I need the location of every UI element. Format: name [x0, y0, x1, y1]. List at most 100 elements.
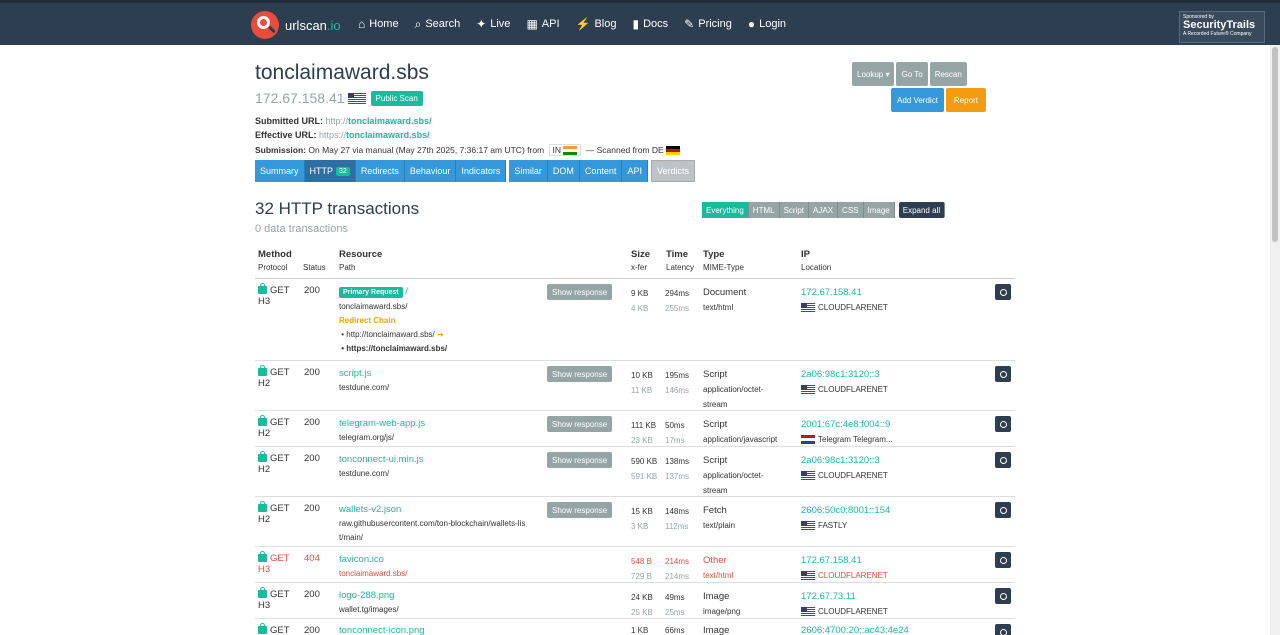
rescan-button[interactable]: Rescan	[929, 62, 967, 86]
nav-api[interactable]: ▦ API	[526, 17, 559, 31]
ip-link[interactable]: 2606:4700:20::ac43:4e24	[801, 625, 909, 635]
resource-path: telegram.org/js/	[339, 433, 395, 442]
tab-redirects[interactable]: Redirects	[355, 160, 405, 182]
filter-css[interactable]: CSS	[838, 202, 864, 218]
zoom-icon[interactable]	[995, 588, 1011, 604]
filter-ajax[interactable]: AJAX	[809, 202, 839, 218]
tab-http[interactable]: HTTP 32	[304, 160, 356, 182]
resource-path-cont: t/main/	[339, 533, 364, 542]
method-cell: GET H3	[258, 551, 290, 575]
ip-link[interactable]: 2a06:98c1:3120::3	[801, 369, 880, 380]
tab-summary[interactable]: Summary	[255, 160, 305, 182]
nav-pricing[interactable]: ✎ Pricing	[684, 17, 732, 31]
show-response-button[interactable]: Show response	[547, 452, 613, 468]
show-response-button[interactable]: Show response	[547, 366, 613, 382]
tab-similar[interactable]: Similar	[509, 160, 548, 182]
resource-link[interactable]: favicon.ico	[339, 554, 384, 565]
ip-link[interactable]: 2606:50c0:8001::154	[801, 505, 890, 516]
brand[interactable]: urlscan.io	[251, 11, 341, 39]
method-cell: GET H3	[258, 283, 290, 307]
nav-home[interactable]: ⌂ Home	[358, 17, 399, 31]
ip-link[interactable]: 172.67.158.41	[801, 287, 862, 298]
resource-path: raw.githubusercontent.com/ton-blockchain…	[339, 519, 526, 528]
show-response-button[interactable]: Show response	[547, 284, 613, 300]
effective-scheme[interactable]: https://	[319, 130, 346, 140]
lock-icon	[258, 365, 267, 377]
table-header: Method Protocol Status Resource Path Size x…	[255, 245, 1015, 279]
ip-link[interactable]: 172.67.73.11	[801, 591, 856, 602]
resource-link[interactable]: /	[405, 286, 408, 297]
nav-search[interactable]: ⌕ Search	[415, 17, 461, 32]
submitted-path[interactable]: /	[429, 116, 432, 126]
type-cell: Script application/octet-stream	[703, 369, 764, 409]
method-cell: GET H3	[258, 587, 290, 611]
resource-link[interactable]: wallets-v2.json	[339, 504, 401, 515]
goto-button[interactable]: Go To	[896, 62, 928, 86]
tab-http-count: 32	[336, 166, 350, 176]
zoom-icon[interactable]	[995, 552, 1011, 568]
zoom-icon[interactable]	[995, 502, 1011, 518]
show-response-button[interactable]: Show response	[547, 502, 613, 518]
tab-api[interactable]: API	[622, 160, 648, 182]
resource-link[interactable]: logo-288.png	[339, 590, 394, 601]
status-cell: 200	[304, 367, 320, 378]
submitted-host[interactable]: tonclaimaward.sbs	[348, 116, 429, 126]
tab-indicators[interactable]: Indicators	[456, 160, 507, 182]
filter-image[interactable]: Image	[863, 202, 895, 218]
tab-redirects-label: Redirects	[360, 166, 399, 176]
show-response-button[interactable]: Show response	[547, 416, 613, 432]
tab-dom[interactable]: DOM	[547, 160, 580, 182]
ip-address[interactable]: 172.67.158.41	[255, 90, 345, 106]
scrollbar-thumb[interactable]	[1272, 47, 1278, 242]
report-button[interactable]: Report	[945, 88, 986, 112]
tab-verdicts[interactable]: Verdicts	[650, 160, 695, 182]
resource-link[interactable]: tonconnect-ui.min.js	[339, 454, 423, 465]
ip-link[interactable]: 2a06:98c1:3120::3	[801, 455, 880, 466]
ip-link[interactable]: 2001:67c:4e8:f004::9	[801, 419, 890, 430]
resource-link[interactable]: script.js	[339, 368, 371, 379]
filter-html[interactable]: HTML	[748, 202, 780, 218]
resource-path: wallet.tg/images/	[339, 605, 399, 614]
filter-everything[interactable]: Everything	[702, 202, 749, 218]
lookup-button[interactable]: Lookup ▾	[852, 62, 895, 86]
zoom-icon[interactable]	[995, 366, 1011, 382]
resource-link[interactable]: tonconnect-icon.png	[339, 625, 425, 635]
netherlands-flag-icon	[801, 435, 815, 445]
resource-cell: favicon.ico tonclaimaward.sbs/	[339, 553, 407, 581]
nav-links: ⌂ Home ⌕ Search ✦ Live ▦ API ⚡ Blog ▮ Docs ✎ Pr…	[358, 3, 802, 45]
filter-script[interactable]: Script	[779, 202, 810, 218]
submitted-scheme[interactable]: http://	[326, 116, 349, 126]
effective-host[interactable]: tonclaimaward.sbs	[346, 130, 427, 140]
tab-verdicts-label: Verdicts	[656, 166, 689, 176]
nav-login-label: Login	[759, 18, 787, 30]
ip-link[interactable]: 172.67.158.41	[801, 555, 862, 566]
tab-content[interactable]: Content	[579, 160, 623, 182]
add-verdict-button[interactable]: Add Verdict	[891, 88, 944, 112]
expand-all-button[interactable]: Expand all	[898, 202, 946, 218]
sponsor-badge[interactable]: Sponsored by SecurityTrails A Recorded F…	[1179, 11, 1265, 43]
effective-path[interactable]: /	[427, 130, 430, 140]
zoom-icon[interactable]	[995, 284, 1011, 300]
table-row: GET H2 200 telegram-web-app.js telegram.or…	[255, 411, 1015, 447]
nav-live[interactable]: ✦ Live	[476, 17, 510, 31]
table-row: GET H3 200 logo-288.png wallet.tg/images/ …	[255, 583, 1015, 619]
resource-cell: script.js testdune.com/	[339, 367, 389, 395]
zoom-icon[interactable]	[995, 452, 1011, 468]
nav-docs[interactable]: ▮ Docs	[633, 17, 669, 31]
zoom-icon[interactable]	[995, 416, 1011, 432]
nav-login[interactable]: ● Login	[748, 17, 786, 31]
ip-cell: 2a06:98c1:3120::3 CLOUDFLARENET	[801, 455, 888, 481]
lock-icon	[258, 623, 267, 635]
table-row: GET H3 404 favicon.ico tonclaimaward.sbs/ …	[255, 547, 1015, 583]
scrollbar[interactable]	[1270, 45, 1280, 635]
bolt-icon: ⚡	[575, 17, 591, 31]
resource-cell: tonconnect-icon.png	[339, 625, 425, 635]
nav-blog[interactable]: ⚡ Blog	[576, 17, 617, 31]
zoom-icon[interactable]	[995, 624, 1011, 635]
lock-icon	[258, 551, 267, 563]
tab-behaviour[interactable]: Behaviour	[404, 160, 457, 182]
col-resource: Resource Path	[339, 249, 383, 272]
lock-icon	[258, 283, 267, 295]
bookmark-icon: ▮	[632, 17, 640, 31]
resource-link[interactable]: telegram-web-app.js	[339, 418, 425, 429]
